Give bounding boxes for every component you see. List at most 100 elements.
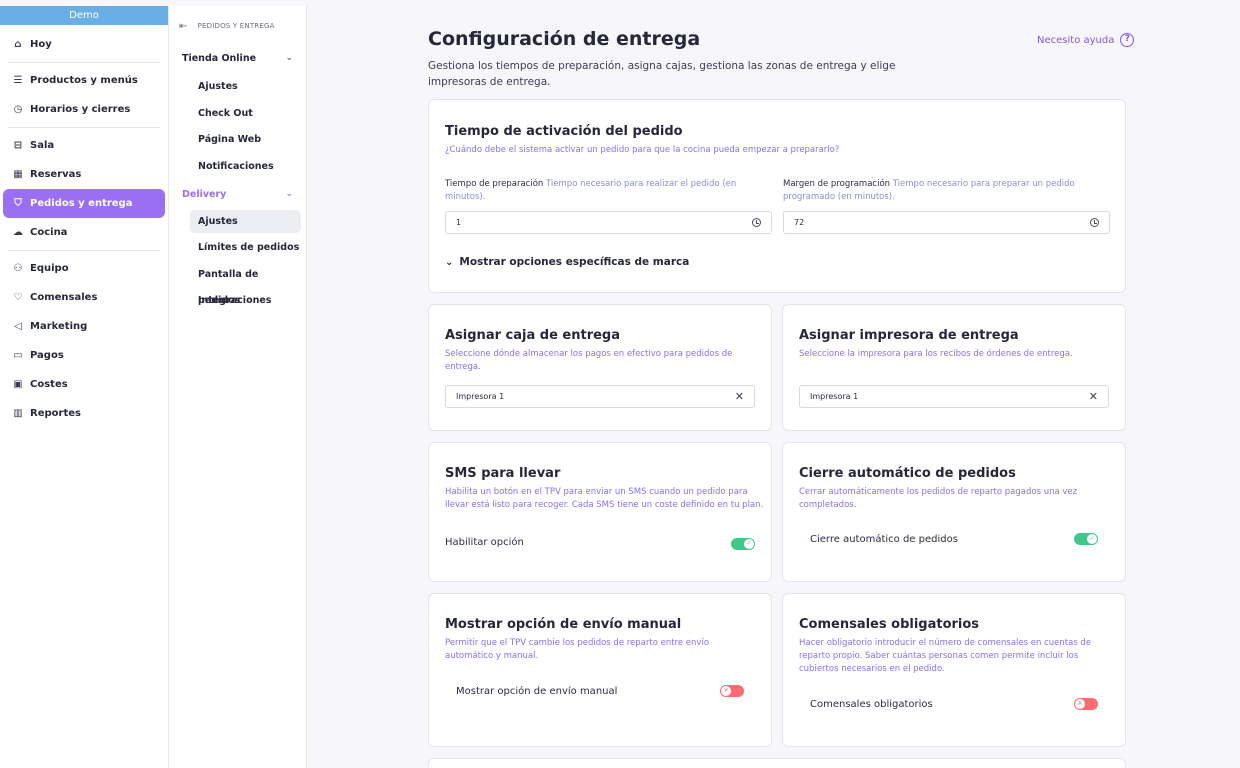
- manual-toggle-label: Mostrar opción de envío manual: [456, 686, 618, 697]
- diners-card: Comensales obligatorios Hacer obligatori…: [782, 593, 1126, 747]
- sidebar-item-label: Costes: [30, 379, 68, 390]
- printer-card: Asignar impresora de entrega Seleccione …: [782, 304, 1126, 431]
- subnav-group-delivery[interactable]: Delivery ⌄: [169, 182, 306, 206]
- card-title: Asignar impresora de entrega: [799, 328, 1019, 343]
- divider: [8, 127, 160, 128]
- clear-icon[interactable]: ✕: [735, 390, 744, 403]
- margin-input[interactable]: 72: [783, 211, 1110, 234]
- chevron-down-icon: ⌄: [285, 53, 293, 63]
- card-title: Cierre automático de pedidos: [799, 466, 1016, 481]
- chevron-down-icon: ⌄: [445, 256, 454, 268]
- sidebar-item-label: Pedidos y entrega: [30, 198, 133, 209]
- sidebar-item-label: Comensales: [30, 292, 98, 303]
- card-subtitle: Seleccione dónde almacenar los pagos en …: [445, 349, 733, 372]
- sidebar-item-pagos[interactable]: ▭ Pagos: [3, 341, 165, 370]
- brand-options-toggle[interactable]: ⌄ Mostrar opciones específicas de marca: [445, 256, 689, 268]
- subnav-item-pagina-web[interactable]: Página Web: [169, 127, 301, 154]
- sidebar-item-label: Pagos: [30, 350, 64, 361]
- diners-toggle[interactable]: ✕: [1074, 698, 1098, 710]
- card-title: Tiempo de activación del pedido: [445, 124, 683, 139]
- sidebar-item-label: Reportes: [30, 408, 81, 419]
- sidebar-item-label: Sala: [30, 140, 55, 151]
- clock-icon: [752, 218, 761, 227]
- subnav-group-tienda[interactable]: Tienda Online ⌄: [169, 46, 306, 70]
- sidebar-item-hoy[interactable]: ⌂ Hoy: [3, 30, 165, 59]
- main-content: Configuración de entrega Gestiona los ti…: [307, 6, 1240, 768]
- margin-label: Margen de programación Tiempo necesario …: [783, 179, 1075, 202]
- sidebar-item-comensales[interactable]: ♡ Comensales: [3, 283, 165, 312]
- sidebar-item-label: Horarios y cierres: [30, 104, 131, 115]
- table-icon: ⊟: [13, 140, 23, 151]
- manual-toggle[interactable]: ✕: [720, 685, 744, 697]
- sidebar-item-productos[interactable]: ☰ Productos y menús: [3, 66, 165, 95]
- sidebar-item-marketing[interactable]: ◁ Marketing: [3, 312, 165, 341]
- sidebar-item-horarios[interactable]: ◷ Horarios y cierres: [3, 95, 165, 124]
- sidebar-item-equipo[interactable]: ⚇ Equipo: [3, 254, 165, 283]
- sidebar-item-pedidos[interactable]: ⛉ Pedidos y entrega: [3, 189, 165, 218]
- card-title: Mostrar opción de envío manual: [445, 617, 682, 632]
- chart-icon: ▥: [13, 408, 23, 419]
- subnav-item-ajustes-delivery[interactable]: Ajustes: [190, 210, 301, 233]
- prep-time-input[interactable]: 1: [445, 211, 772, 234]
- section-header-label: PEDIDOS Y ENTREGA: [197, 22, 275, 30]
- help-link[interactable]: Necesito ayuda ?: [1037, 33, 1135, 47]
- subnav-item-ajustes-tienda[interactable]: Ajustes: [169, 74, 301, 101]
- sidebar-item-reportes[interactable]: ▥ Reportes: [3, 399, 165, 428]
- check-icon: ✓: [744, 539, 754, 549]
- sidebar-item-reservas[interactable]: ▦ Reservas: [3, 160, 165, 189]
- question-icon: ?: [1120, 33, 1135, 47]
- main-sidebar: Demo ⌂ Hoy ☰ Productos y menús ◷ Horario…: [0, 6, 169, 768]
- sidebar-item-label: Marketing: [30, 321, 88, 332]
- sms-toggle-label: Habilitar opción: [445, 537, 524, 548]
- list-icon: ☰: [13, 75, 23, 86]
- sidebar-item-label: Reservas: [30, 169, 82, 180]
- workspace-banner[interactable]: Demo: [0, 6, 168, 25]
- subnav-item-pantalla[interactable]: Pantalla de pedidos: [169, 262, 301, 307]
- sidebar-item-costes[interactable]: ▣ Costes: [3, 370, 165, 399]
- subnav-item-integraciones[interactable]: Integraciones: [169, 288, 301, 315]
- card-subtitle: Habilita un botón en el TPV para enviar …: [445, 487, 764, 510]
- sidebar-item-label: Productos y menús: [30, 75, 138, 86]
- card-subtitle: ¿Cuándo debe el sistema activar un pedid…: [445, 145, 840, 155]
- card-icon: ▭: [13, 350, 23, 361]
- cash-drawer-select[interactable]: Impresora 1 ✕: [445, 385, 755, 408]
- sidebar-item-label: Cocina: [30, 227, 68, 238]
- sms-toggle[interactable]: ✓: [731, 538, 755, 550]
- card-title: Asignar caja de entrega: [445, 328, 620, 343]
- chef-hat-icon: ☁: [13, 227, 23, 238]
- selected-value: Impresora 1: [810, 392, 859, 401]
- subnav-item-checkout[interactable]: Check Out: [169, 101, 301, 128]
- activation-card: Tiempo de activación del pedido ¿Cuándo …: [428, 99, 1126, 293]
- x-icon: ✕: [721, 686, 731, 696]
- sidebar-item-label: Hoy: [30, 39, 52, 50]
- card-subtitle: Permitir que el TPV cambie los pedidos d…: [445, 638, 710, 661]
- subnav-item-notificaciones[interactable]: Notificaciones: [169, 154, 301, 181]
- subnav-group-label: Tienda Online: [182, 52, 257, 64]
- collapse-arrow-icon[interactable]: ⇤: [179, 21, 188, 32]
- clear-icon[interactable]: ✕: [1089, 390, 1098, 403]
- divider: [8, 250, 160, 251]
- manual-dispatch-card: Mostrar opción de envío manual Permitir …: [428, 593, 772, 747]
- card-subtitle: Seleccione la impresora para los recibos…: [799, 349, 1073, 359]
- prep-time-label: Tiempo de preparación Tiempo necesario p…: [445, 179, 737, 202]
- megaphone-icon: ◁: [14, 321, 22, 332]
- autoclose-toggle[interactable]: ✓: [1074, 533, 1098, 545]
- autoclose-card: Cierre automático de pedidos Cerrar auto…: [782, 442, 1126, 582]
- clock-icon: ◷: [13, 104, 23, 115]
- chevron-down-icon: ⌄: [285, 189, 293, 199]
- users-icon: ⚇: [13, 263, 23, 274]
- diners-toggle-label: Comensales obligatorios: [810, 699, 933, 710]
- card-title: SMS para llevar: [445, 466, 561, 481]
- cash-drawer-card: Asignar caja de entrega Seleccione dónde…: [428, 304, 772, 431]
- section-sidebar: ⇤ PEDIDOS Y ENTREGA Tienda Online ⌄ Ajus…: [169, 6, 307, 768]
- sidebar-item-cocina[interactable]: ☁ Cocina: [3, 218, 165, 247]
- subnav-item-limites[interactable]: Límites de pedidos: [169, 235, 301, 262]
- printer-select[interactable]: Impresora 1 ✕: [799, 385, 1109, 408]
- sms-card: SMS para llevar Habilita un botón en el …: [428, 442, 772, 582]
- margin-value: 72: [794, 218, 805, 227]
- home-icon: ⌂: [14, 39, 22, 50]
- sidebar-item-sala[interactable]: ⊟ Sala: [3, 131, 165, 160]
- card-subtitle: Cerrar automáticamente los pedidos de re…: [799, 487, 1078, 510]
- divider: [8, 62, 160, 63]
- autoclose-toggle-label: Cierre automático de pedidos: [810, 534, 958, 545]
